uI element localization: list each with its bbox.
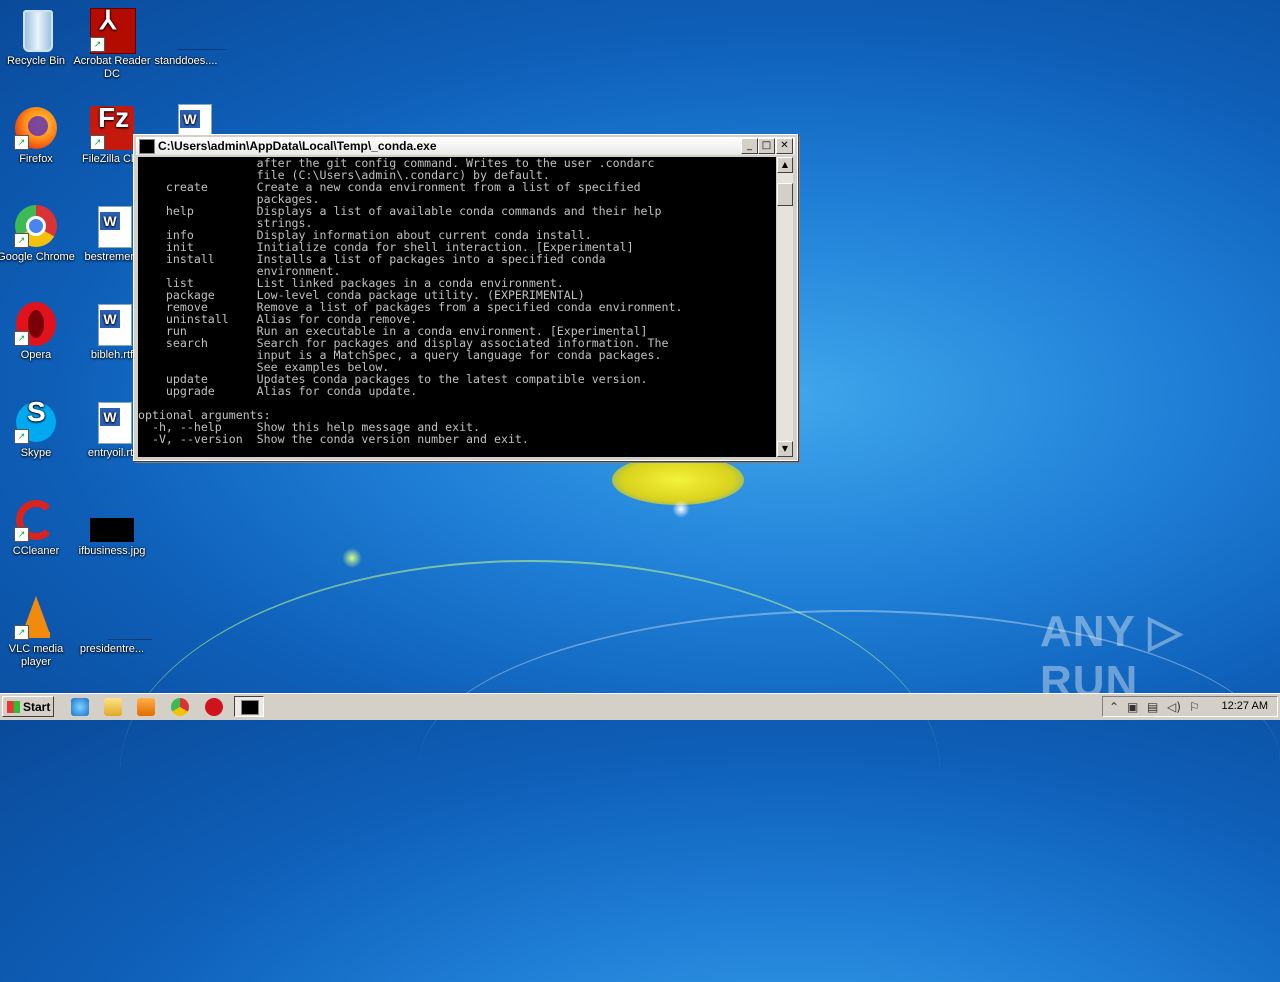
scroll-down-button[interactable]: ▼ [777,441,793,457]
desktop-icon-standdoes[interactable]: standdoes.... [147,8,226,68]
shortcut-arrow-icon: ↗ [14,135,29,150]
console-scrollbar[interactable]: ▲ ▼ [777,157,793,457]
shortcut-arrow-icon: ↗ [14,625,29,640]
scroll-up-button[interactable]: ▲ [777,157,793,173]
ccleaner-icon: ↗ [14,498,58,542]
desktop-icon-recycle-bin[interactable]: Recycle Bin [0,8,75,68]
desktop-icon-label: standdoes.... [154,55,218,67]
volume-icon[interactable]: ◁) [1167,700,1181,714]
scroll-thumb[interactable] [777,183,793,206]
start-label: Start [23,700,51,714]
chrome-icon: ↗ [14,204,58,248]
console-titlebar[interactable]: C:\Users\admin\AppData\Local\Temp\_conda… [136,137,795,155]
console-text: after the git config command. Writes to … [138,157,683,446]
console-taskbar-icon [241,700,259,715]
word-document-icon: W [90,204,134,248]
action-center-icon[interactable]: ▤ [1147,700,1158,714]
word-document-icon: W [90,302,134,346]
opera-taskbar-icon[interactable] [205,698,223,716]
clock[interactable]: 12:27 AM [1222,700,1268,712]
windows-flag-icon [7,701,20,713]
desktop-icon-label: Recycle Bin [6,55,66,67]
desktop-icon-label: ifbusiness.jpg [78,545,146,557]
skype-icon: S ↗ [14,398,58,444]
image-file-icon [90,498,134,542]
desktop-icon-label: presidentre... [79,643,145,655]
internet-explorer-icon[interactable] [71,698,89,716]
desktop-icon-label: Firefox [19,153,53,165]
desktop-icon-firefox[interactable]: ↗ Firefox [0,106,75,166]
desktop-icon-vlc[interactable]: ↗ VLC media player [0,596,75,669]
wallpaper-sparkle [342,548,362,568]
network-icon[interactable]: ▣ [1127,700,1138,714]
restore-button[interactable]: □ [758,138,775,154]
console-app-icon [139,139,155,154]
desktop-icon-label: Opera [20,349,52,361]
minimize-button[interactable]: _ [741,138,758,154]
file-explorer-icon[interactable] [104,698,122,716]
shortcut-arrow-icon: ↗ [14,331,29,346]
chrome-taskbar-icon[interactable] [171,698,189,716]
anyrun-watermark: ANY ▷ RUN [1040,607,1184,706]
desktop-icon-acrobat-reader[interactable]: ⅄ ↗ Acrobat Reader DC [73,7,151,81]
desktop-icon-label: Acrobat Reader DC [73,55,151,80]
console-window[interactable]: C:\Users\admin\AppData\Local\Temp\_conda… [133,134,798,461]
opera-icon: ↗ [14,302,58,346]
acrobat-icon: ⅄ ↗ [90,7,136,54]
vlc-icon: ↗ [14,596,58,640]
desktop-icon-skype[interactable]: S ↗ Skype [0,398,75,460]
console-output[interactable]: after the git config command. Writes to … [138,157,776,457]
word-document-icon: W [90,400,134,444]
desktop-icon-ifbusiness[interactable]: ifbusiness.jpg [73,498,151,558]
recycle-bin-icon [14,8,58,52]
console-title: C:\Users\admin\AppData\Local\Temp\_conda… [158,139,437,153]
desktop-icon-opera[interactable]: ↗ Opera [0,302,75,362]
shortcut-arrow-icon: ↗ [14,429,29,444]
shortcut-arrow-icon: ↗ [14,527,29,542]
filezilla-icon: Fz ↗ [90,104,134,150]
firefox-icon: ↗ [14,106,58,150]
media-player-icon[interactable] [137,698,155,716]
show-hidden-icons-icon[interactable]: ⌃ [1109,700,1119,714]
shortcut-arrow-icon: ↗ [90,37,105,52]
desktop-icon-label: VLC media player [8,643,64,668]
taskbar: Start ⌃ ▣ ▤ ◁) ⚐ 12:27 AM [0,693,1280,720]
file-icon [90,596,152,640]
close-button[interactable]: ✕ [776,138,793,154]
flag-icon[interactable]: ⚐ [1189,700,1200,714]
wallpaper-flag-yellow [612,455,744,505]
file-icon [164,8,226,52]
desktop-icon-label: Skype [20,447,52,459]
shortcut-arrow-icon: ↗ [90,135,105,150]
wallpaper-sparkle [672,500,690,518]
system-tray: ⌃ ▣ ▤ ◁) ⚐ 12:27 AM [1102,696,1278,717]
desktop-icon-label: Google Chrome [0,251,75,263]
desktop-icon-label: CCleaner [12,545,60,557]
desktop-icon-google-chrome[interactable]: ↗ Google Chrome [0,204,75,264]
desktop-icon-presidentre[interactable]: presidentre... [73,596,152,656]
start-button[interactable]: Start [2,696,54,717]
desktop-icon-ccleaner[interactable]: ↗ CCleaner [0,498,75,558]
console-taskbar-button[interactable] [234,696,264,717]
shortcut-arrow-icon: ↗ [14,233,29,248]
